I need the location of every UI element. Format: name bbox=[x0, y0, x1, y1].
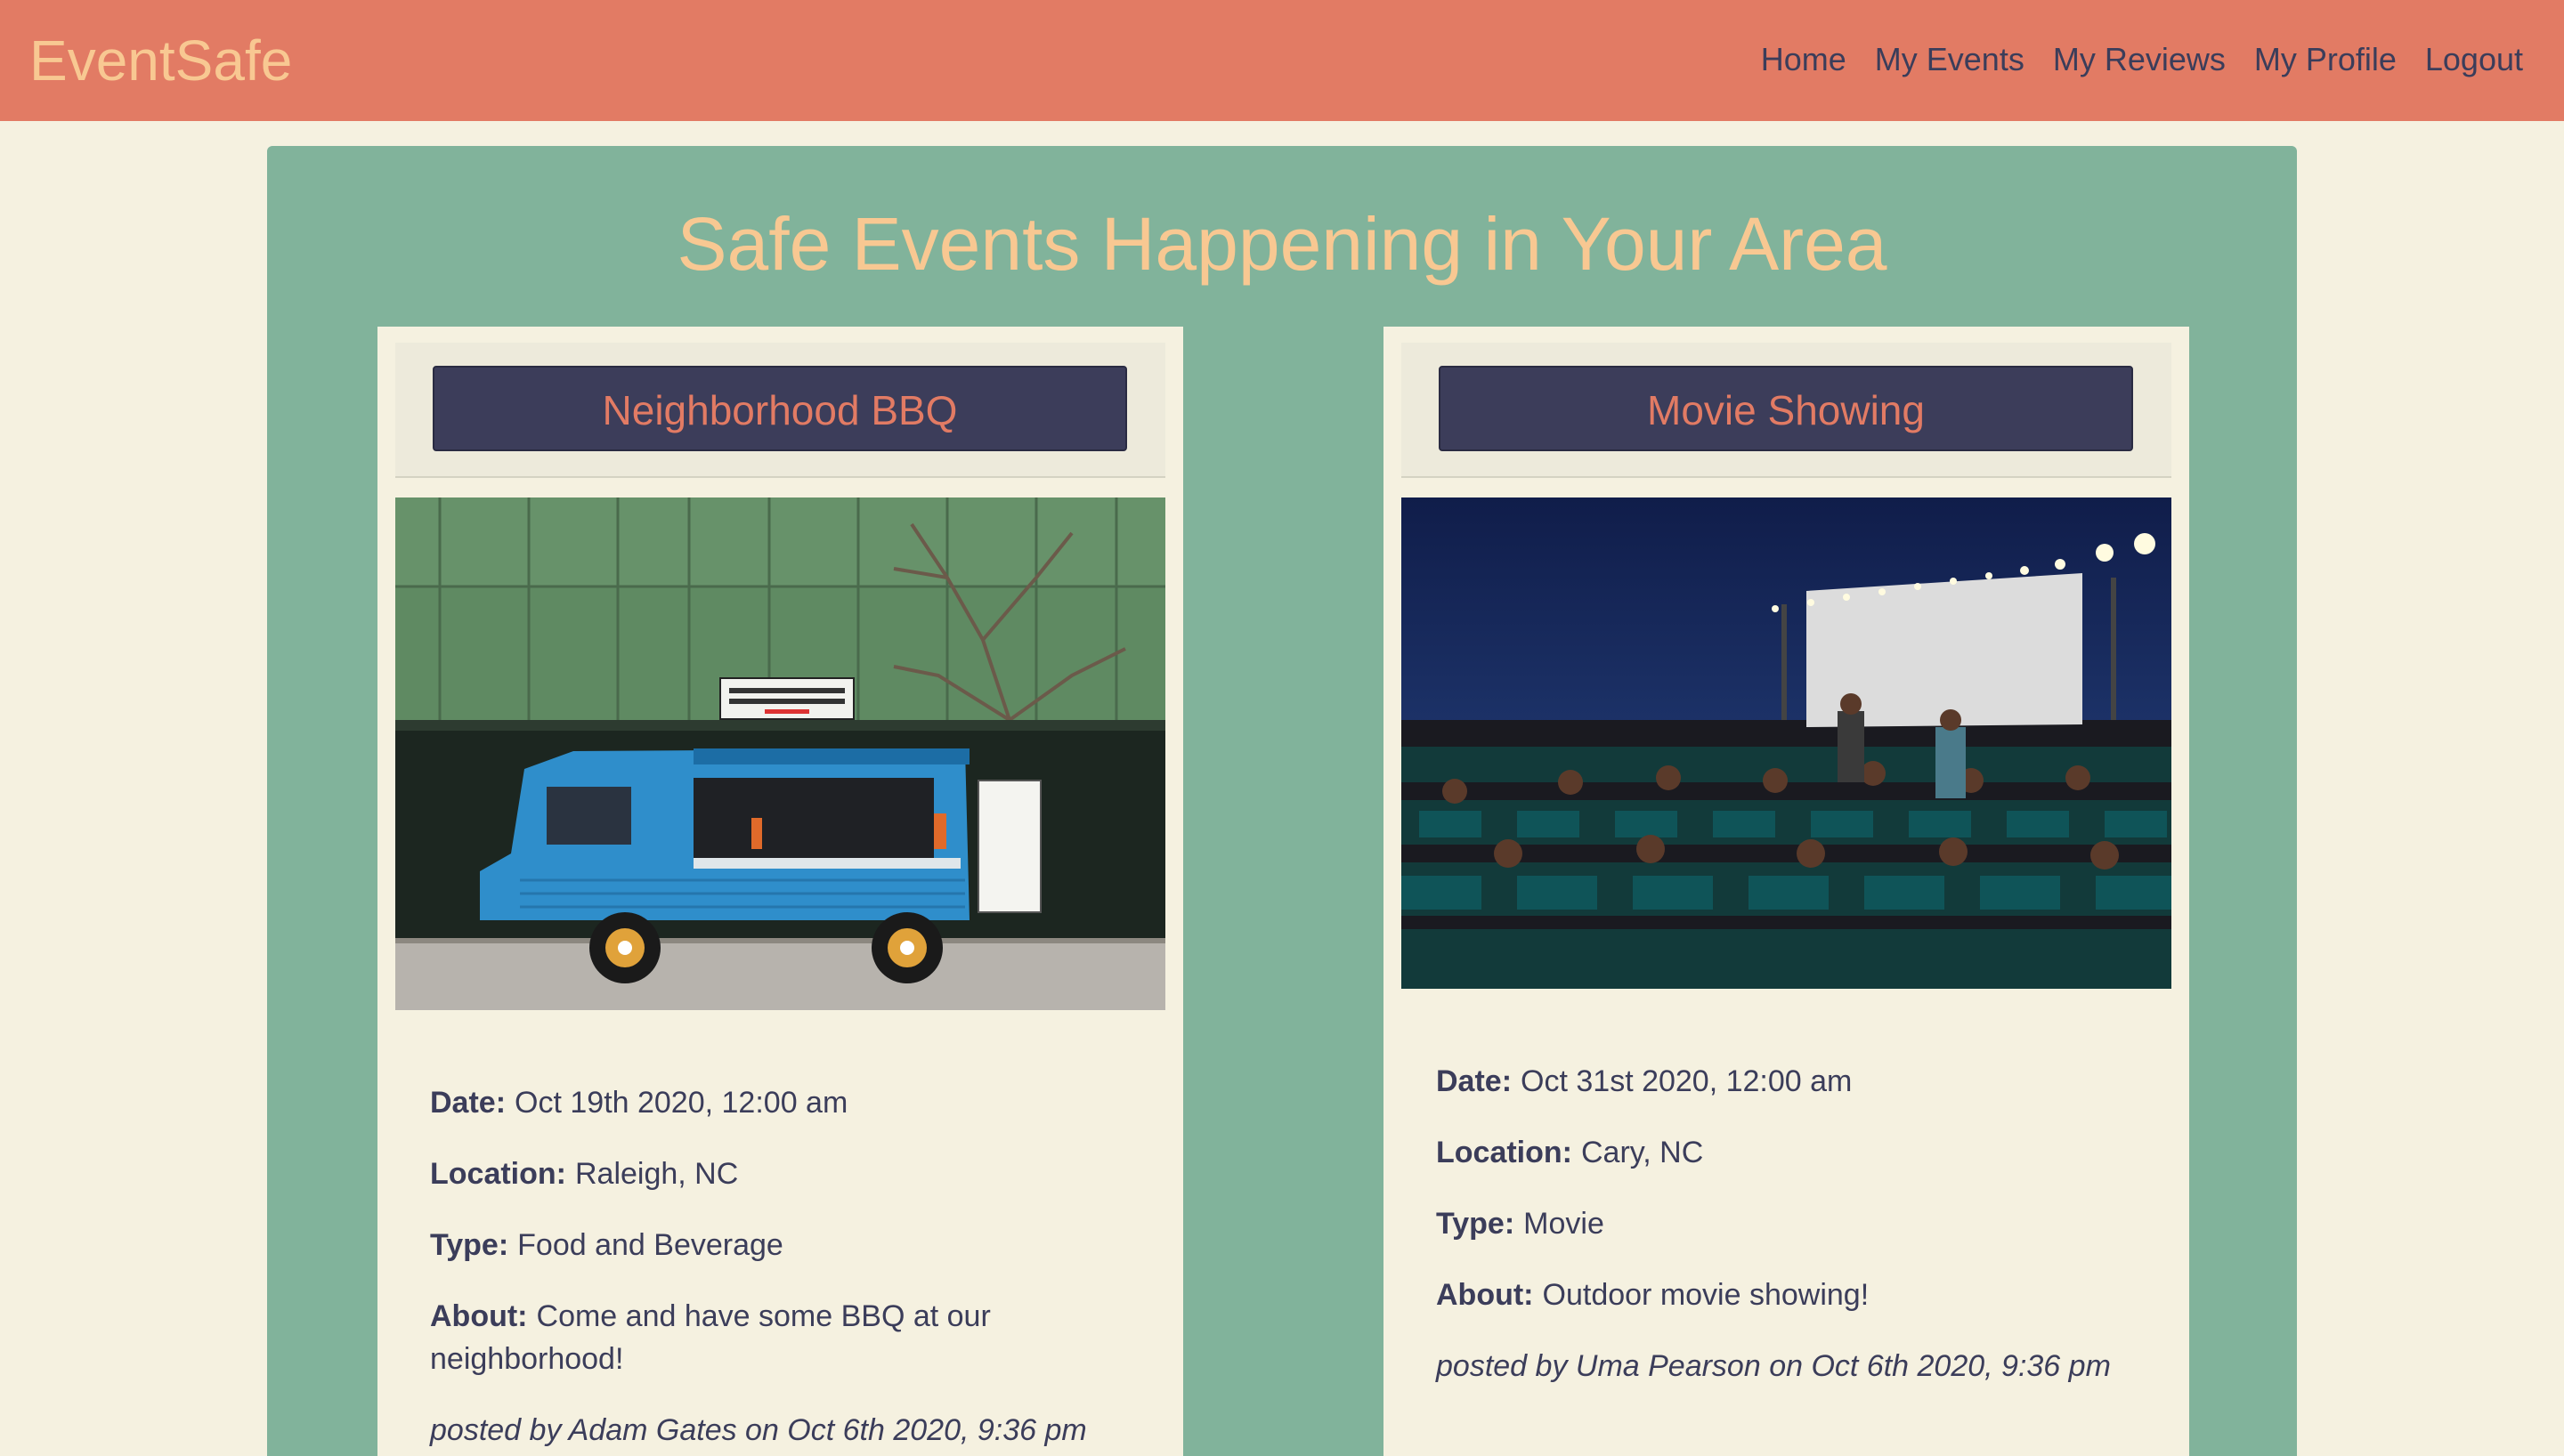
location-label: Location: bbox=[1436, 1136, 1572, 1169]
event-location: Location: Cary, NC bbox=[1436, 1131, 2139, 1174]
type-label: Type: bbox=[430, 1228, 509, 1262]
date-value: Oct 31st 2020, 12:00 am bbox=[1521, 1064, 1853, 1098]
location-value: Cary, NC bbox=[1580, 1136, 1704, 1169]
outdoor-cinema-image bbox=[1401, 497, 2171, 989]
nav-my-profile-link[interactable]: My Profile bbox=[2254, 37, 2397, 82]
event-location: Location: Raleigh, NC bbox=[430, 1153, 1133, 1195]
event-card: Neighborhood BBQ Date: Oct 19th 2020, 12… bbox=[377, 327, 1183, 1456]
nav-my-events-link[interactable]: My Events bbox=[1875, 37, 2024, 82]
nav-my-reviews-link[interactable]: My Reviews bbox=[2053, 37, 2226, 82]
location-label: Location: bbox=[430, 1157, 566, 1191]
event-date: Date: Oct 31st 2020, 12:00 am bbox=[1436, 1060, 2139, 1103]
event-posted-by: posted by Uma Pearson on Oct 6th 2020, 9… bbox=[1436, 1349, 2111, 1383]
event-posted-by: posted by Adam Gates on Oct 6th 2020, 9:… bbox=[430, 1413, 1087, 1447]
page-title: Safe Events Happening in Your Area bbox=[677, 202, 1887, 286]
date-label: Date: bbox=[1436, 1064, 1513, 1098]
nav-home-link[interactable]: Home bbox=[1761, 37, 1846, 82]
event-type: Type: Food and Beverage bbox=[430, 1224, 1133, 1266]
type-label: Type: bbox=[1436, 1207, 1515, 1241]
event-about: About: Outdoor movie showing! bbox=[1436, 1274, 2139, 1316]
nav-links: Home My Events My Reviews My Profile Log… bbox=[1761, 37, 2523, 82]
event-card-header: Neighborhood BBQ bbox=[395, 343, 1165, 478]
brand-logo-link[interactable]: EventSafe bbox=[29, 27, 292, 94]
about-label: About: bbox=[1436, 1278, 1534, 1312]
event-type: Type: Movie bbox=[1436, 1202, 2139, 1245]
date-value: Oct 19th 2020, 12:00 am bbox=[515, 1086, 848, 1120]
event-details: Date: Oct 31st 2020, 12:00 am Location: Ca… bbox=[1436, 1060, 2139, 1387]
about-label: About: bbox=[430, 1299, 528, 1333]
event-about: About: Come and have some BBQ at our neig… bbox=[430, 1295, 1133, 1380]
event-title-button[interactable]: Movie Showing bbox=[1439, 366, 2133, 451]
event-details: Date: Oct 19th 2020, 12:00 am Location: Ra… bbox=[430, 1081, 1133, 1452]
date-label: Date: bbox=[430, 1086, 507, 1120]
events-panel: Safe Events Happening in Your Area Neigh… bbox=[267, 146, 2297, 1456]
event-card: Movie Showing Date: Oct 31st 2020, 12:00… bbox=[1383, 327, 2189, 1456]
navbar: EventSafe Home My Events My Reviews My P… bbox=[0, 0, 2564, 121]
type-value: Food and Beverage bbox=[517, 1228, 783, 1262]
nav-logout-link[interactable]: Logout bbox=[2425, 37, 2523, 82]
event-card-header: Movie Showing bbox=[1401, 343, 2171, 478]
food-truck-image bbox=[395, 497, 1165, 1010]
about-value: Outdoor movie showing! bbox=[1542, 1278, 1870, 1312]
location-value: Raleigh, NC bbox=[574, 1157, 739, 1191]
event-title-button[interactable]: Neighborhood BBQ bbox=[433, 366, 1127, 451]
type-value: Movie bbox=[1523, 1207, 1604, 1241]
event-date: Date: Oct 19th 2020, 12:00 am bbox=[430, 1081, 1133, 1124]
